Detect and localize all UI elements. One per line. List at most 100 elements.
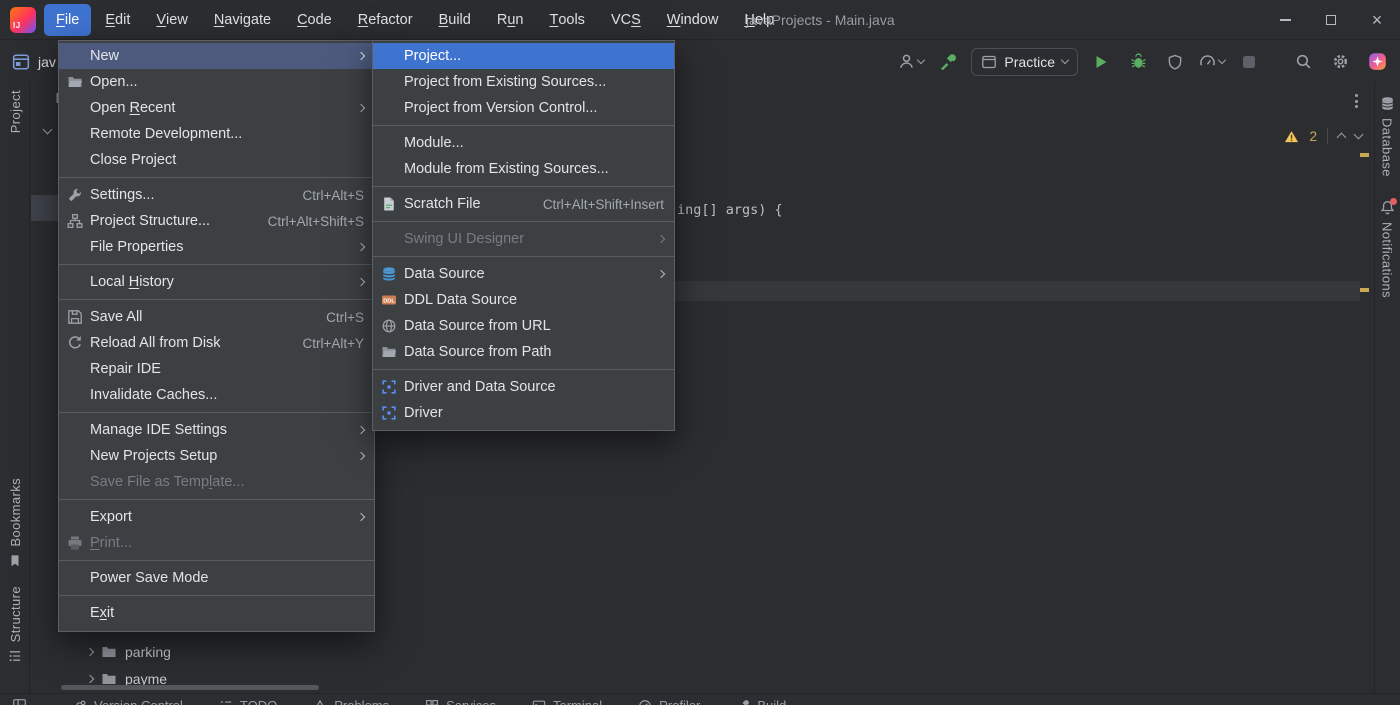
menubar-item-vcs[interactable]: VCS — [599, 4, 653, 36]
editor-options-kebab-icon[interactable] — [1355, 94, 1358, 108]
menu-item-label: Data Source — [404, 266, 485, 282]
debug-button[interactable] — [1124, 48, 1152, 76]
menu-item-driver-and-data-source[interactable]: Driver and Data Source — [373, 374, 674, 400]
minimize-button[interactable] — [1262, 0, 1308, 40]
menubar-item-window[interactable]: Window — [655, 4, 731, 36]
menu-item-data-source-from-url[interactable]: Data Source from URL — [373, 313, 674, 339]
menubar-item-view[interactable]: View — [144, 4, 199, 36]
menu-item-new-projects-setup[interactable]: New Projects Setup — [59, 443, 374, 469]
tool-window-button-bookmarks[interactable]: Bookmarks — [0, 478, 30, 568]
maximize-button[interactable] — [1308, 0, 1354, 40]
menubar-item-file[interactable]: File — [44, 4, 91, 36]
tree-expanded-chevron-icon[interactable] — [43, 125, 53, 135]
status-bar-item-problems[interactable]: Problems — [313, 698, 389, 705]
run-configuration-selector[interactable]: Practice — [971, 48, 1078, 76]
settings-button[interactable] — [1326, 48, 1354, 76]
menubar-item-tools[interactable]: Tools — [537, 4, 596, 36]
menu-item-driver[interactable]: Driver — [373, 400, 674, 426]
user-account-button[interactable] — [897, 48, 925, 76]
status-bar-item-version-control[interactable]: Version Control — [73, 698, 183, 705]
tool-window-button-database[interactable]: Database — [1374, 96, 1400, 177]
submenu-arrow-icon — [357, 278, 365, 286]
menu-item-project-from-version-control[interactable]: Project from Version Control... — [373, 95, 674, 121]
menu-item-scratch-file[interactable]: Scratch FileCtrl+Alt+Shift+Insert — [373, 191, 674, 217]
horizontal-scrollbar[interactable] — [61, 685, 319, 690]
menu-item-open[interactable]: Open... — [59, 69, 374, 95]
inspections-widget[interactable]: 2 — [1284, 128, 1362, 144]
menu-item-data-source-from-path[interactable]: Data Source from Path — [373, 339, 674, 365]
datasource-icon — [379, 266, 399, 282]
chevron-right-icon[interactable] — [86, 647, 94, 655]
tree-node-parking[interactable]: parking — [31, 638, 440, 665]
profiler-button[interactable] — [1198, 48, 1226, 76]
ai-assistant-button[interactable] — [1363, 48, 1391, 76]
warning-triangle-icon — [1284, 129, 1299, 144]
next-problem-chevron-icon[interactable] — [1354, 130, 1364, 140]
status-bar-item-build[interactable]: Build — [736, 698, 786, 705]
status-bar-item-terminal[interactable]: Terminal — [532, 698, 602, 705]
menu-item-module[interactable]: Module... — [373, 130, 674, 156]
menu-item-label: File Properties — [90, 239, 183, 255]
menu-item-local-history[interactable]: Local History — [59, 269, 374, 295]
menu-item-export[interactable]: Export — [59, 504, 374, 530]
status-bar-item-todo[interactable]: TODO — [219, 698, 277, 705]
menu-item-label: Project Structure... — [90, 213, 210, 229]
status-bar-item-profiler[interactable]: Profiler — [638, 698, 700, 705]
menu-item-label: Invalidate Caches... — [90, 387, 217, 403]
menu-item-file-properties[interactable]: File Properties — [59, 234, 374, 260]
menu-item-repair-ide[interactable]: Repair IDE — [59, 356, 374, 382]
menu-item-new[interactable]: New — [59, 43, 374, 69]
menu-item-close-project[interactable]: Close Project — [59, 147, 374, 173]
menubar-item-navigate[interactable]: Navigate — [202, 4, 283, 36]
menu-item-reload-all-from-disk[interactable]: Reload All from DiskCtrl+Alt+Y — [59, 330, 374, 356]
menu-item-module-from-existing-sources[interactable]: Module from Existing Sources... — [373, 156, 674, 182]
menu-item-manage-ide-settings[interactable]: Manage IDE Settings — [59, 417, 374, 443]
notifications-bell-icon — [1380, 200, 1395, 215]
toolbar-right-actions: Practice — [897, 48, 1391, 76]
tool-window-button-project[interactable]: Project — [0, 90, 30, 133]
user-icon — [898, 53, 915, 70]
project-widget[interactable]: jav — [12, 53, 56, 71]
menu-item-label: Open Recent — [90, 100, 175, 116]
close-button[interactable]: × — [1354, 0, 1400, 40]
menu-item-project-structure[interactable]: Project Structure...Ctrl+Alt+Shift+S — [59, 208, 374, 234]
right-tool-window-stripe: Database Notifications — [1374, 82, 1400, 705]
run-with-coverage-button[interactable] — [1161, 48, 1189, 76]
tool-window-button-notifications[interactable]: Notifications — [1374, 200, 1400, 298]
menu-item-power-save-mode[interactable]: Power Save Mode — [59, 565, 374, 591]
chevron-right-icon[interactable] — [86, 674, 94, 682]
icon-spacer — [65, 570, 85, 586]
menubar-item-run[interactable]: Run — [485, 4, 536, 36]
status-bar-item-services[interactable]: Services — [425, 698, 496, 705]
menu-separator — [59, 560, 374, 561]
menu-item-ddl-data-source[interactable]: DDLDDL Data Source — [373, 287, 674, 313]
chevron-down-icon — [1218, 56, 1226, 64]
run-button[interactable] — [1087, 48, 1115, 76]
icon-spacer — [379, 135, 399, 151]
menu-item-data-source[interactable]: Data Source — [373, 261, 674, 287]
menu-item-open-recent[interactable]: Open Recent — [59, 95, 374, 121]
build-project-button[interactable] — [934, 48, 962, 76]
previous-problem-chevron-icon[interactable] — [1337, 133, 1347, 143]
menu-item-label: Manage IDE Settings — [90, 422, 227, 438]
warning-stripe-mark[interactable] — [1360, 288, 1369, 292]
icon-spacer — [65, 422, 85, 438]
menu-item-project[interactable]: Project... — [373, 43, 674, 69]
menu-item-save-all[interactable]: Save AllCtrl+S — [59, 304, 374, 330]
menu-item-project-from-existing-sources[interactable]: Project from Existing Sources... — [373, 69, 674, 95]
icon-spacer — [65, 448, 85, 464]
menu-item-settings[interactable]: Settings...Ctrl+Alt+S — [59, 182, 374, 208]
menubar-item-edit[interactable]: Edit — [93, 4, 142, 36]
run-configuration-name: Practice — [1004, 54, 1055, 70]
menu-item-invalidate-caches[interactable]: Invalidate Caches... — [59, 382, 374, 408]
menubar-item-code[interactable]: Code — [285, 4, 344, 36]
menu-item-exit[interactable]: Exit — [59, 600, 374, 626]
menubar-item-refactor[interactable]: Refactor — [346, 4, 425, 36]
menu-item-remote-development[interactable]: Remote Development... — [59, 121, 374, 147]
warning-stripe-mark[interactable] — [1360, 153, 1369, 157]
tool-window-button-structure[interactable]: Structure — [0, 586, 30, 663]
close-icon: × — [1372, 11, 1383, 29]
search-everywhere-button[interactable] — [1289, 48, 1317, 76]
tool-windows-icon[interactable] — [12, 698, 27, 705]
menubar-item-build[interactable]: Build — [427, 4, 483, 36]
